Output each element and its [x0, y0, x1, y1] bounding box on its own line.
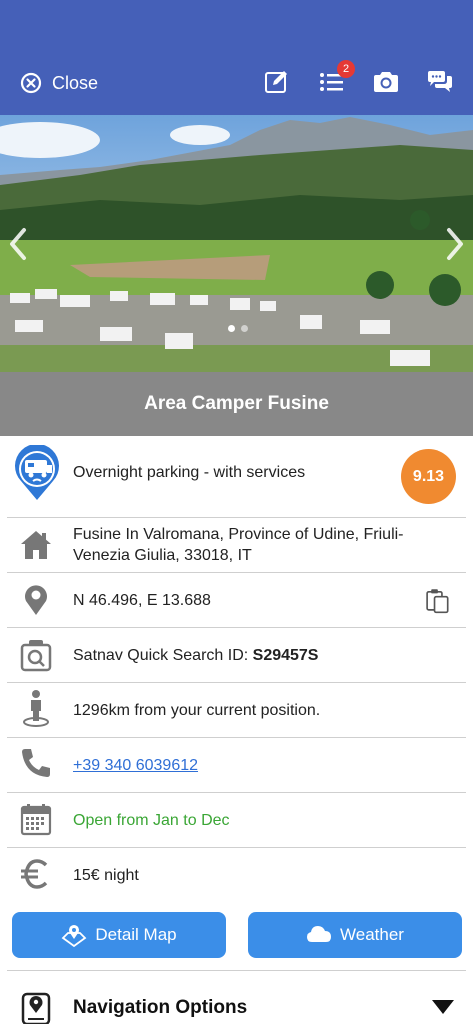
clipboard-icon[interactable] [420, 583, 454, 617]
location-pin-icon [19, 583, 53, 617]
coordinates-row: N 46.496, E 13.688 [7, 573, 466, 628]
hero-photo[interactable] [0, 115, 473, 372]
address-row: Fusine In Valromana, Province of Udine, … [7, 518, 466, 573]
camper-pin-icon [12, 445, 62, 501]
place-title: Area Camper Fusine [0, 372, 473, 436]
coordinates-text: N 46.496, E 13.688 [73, 592, 211, 609]
camera-button[interactable] [372, 68, 400, 96]
satnav-text: Satnav Quick Search ID: S29457S [73, 645, 318, 666]
close-label: Close [52, 72, 99, 93]
opening-row: Open from Jan to Dec [7, 793, 466, 848]
category-row: Overnight parking - with services 9.13 [7, 436, 466, 518]
satnav-row: Satnav Quick Search ID: S29457S [7, 628, 466, 683]
close-button[interactable]: Close [20, 71, 98, 95]
pager-dot-1[interactable] [228, 325, 235, 332]
previous-photo-arrow-icon[interactable] [4, 224, 34, 264]
weather-button[interactable]: Weather [248, 912, 462, 958]
weather-label: Weather [340, 925, 404, 944]
navigation-icon [19, 991, 53, 1024]
category-text: Overnight parking - with services [73, 464, 306, 481]
phone-link[interactable]: +39 340 6039612 [73, 755, 198, 776]
triangle-down-icon [432, 1000, 454, 1014]
price-row: 15€ night [7, 848, 466, 902]
camera-icon [374, 72, 398, 92]
cloud-icon [307, 926, 332, 942]
close-icon [20, 72, 42, 94]
home-icon [19, 528, 53, 562]
edit-icon [265, 71, 287, 93]
euro-icon [19, 857, 53, 891]
distance-text: 1296km from your current position. [73, 702, 321, 719]
phone-icon [19, 746, 53, 780]
navigation-options-label: Navigation Options [73, 997, 248, 1018]
top-bar [0, 0, 473, 115]
chat-icon [428, 71, 452, 92]
edit-button[interactable] [263, 68, 291, 96]
detail-map-label: Detail Map [95, 925, 177, 944]
detail-map-button[interactable]: Detail Map [12, 912, 226, 958]
list-badge: 2 [337, 60, 355, 78]
satnav-icon [19, 638, 53, 672]
calendar-icon [19, 802, 53, 836]
photo-pager[interactable] [228, 325, 248, 332]
map-icon [61, 925, 87, 948]
distance-row: 1296km from your current position. [7, 683, 466, 738]
satnav-id: S29457S [252, 647, 319, 664]
phone-row: +39 340 6039612 [7, 738, 466, 793]
rating-score-badge: 9.13 [401, 449, 456, 504]
satnav-label: Satnav Quick Search ID: [73, 647, 253, 664]
address-text: Fusine In Valromana, Province of Udine, … [73, 526, 404, 564]
opening-text: Open from Jan to Dec [73, 812, 230, 829]
person-icon [19, 690, 53, 727]
next-photo-arrow-icon[interactable] [439, 224, 469, 264]
chat-button[interactable] [426, 68, 454, 96]
pager-dot-2[interactable] [241, 325, 248, 332]
navigation-options-row[interactable]: Navigation Options [7, 970, 466, 1024]
price-text: 15€ night [73, 867, 139, 884]
